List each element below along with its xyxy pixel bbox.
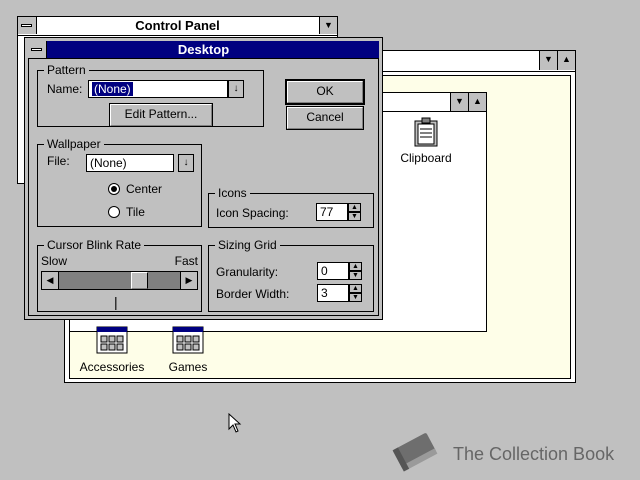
blink-rate-thumb[interactable] [131, 272, 149, 289]
desktop-dialog-title: Desktop [177, 42, 230, 57]
pattern-name-value: (None) [91, 81, 134, 97]
main-group-minimize-button[interactable]: ▼ [450, 93, 468, 111]
sizing-grid-group: Sizing Grid Granularity: 0 ▲ ▼ Border Wi… [208, 238, 374, 312]
center-radio-label[interactable]: Center [126, 182, 162, 196]
granularity-input[interactable]: 0 [317, 262, 349, 280]
group-label: Games [168, 360, 208, 374]
granularity-label: Granularity: [216, 265, 279, 279]
icon-spacing-label: Icon Spacing: [216, 206, 289, 220]
pattern-name-label: Name: [47, 82, 83, 96]
clipboard-label: Clipboard [400, 151, 452, 165]
sizing-grid-group-label: Sizing Grid [215, 238, 280, 252]
clipboard-icon [414, 117, 438, 147]
border-width-input[interactable]: 3 [317, 284, 349, 302]
desktop-system-menu-button[interactable] [28, 41, 47, 58]
program-group-icon [172, 326, 204, 354]
tile-radio-label[interactable]: Tile [126, 205, 145, 219]
control-panel-title: Control Panel [135, 18, 220, 33]
icon-spacing-up-button[interactable]: ▲ [348, 203, 361, 212]
granularity-down-button[interactable]: ▼ [349, 271, 362, 280]
center-radio[interactable] [108, 183, 120, 195]
tile-radio[interactable] [108, 206, 120, 218]
control-panel-titlebar[interactable]: Control Panel ▼ [18, 17, 337, 36]
scroll-left-button[interactable]: ◀ [42, 272, 59, 289]
border-width-up-button[interactable]: ▲ [349, 284, 362, 293]
border-width-down-button[interactable]: ▼ [349, 293, 362, 302]
blink-rate-scrollbar[interactable]: ◀ ▶ [41, 271, 198, 290]
pattern-name-combobox[interactable]: (None) [88, 80, 228, 98]
edit-pattern-button[interactable]: Edit Pattern... [110, 104, 212, 126]
desktop-dialog-titlebar[interactable]: Desktop [28, 41, 379, 59]
icon-spacing-down-button[interactable]: ▼ [348, 212, 361, 221]
cancel-button[interactable]: Cancel [287, 107, 363, 129]
fast-label: Fast [174, 254, 198, 268]
minimize-button[interactable]: ▼ [539, 51, 557, 70]
cursor-blink-group-label: Cursor Blink Rate [44, 238, 145, 252]
clipboard-program-icon[interactable]: Clipboard [396, 117, 456, 167]
icons-group: Icons Icon Spacing: 77 ▲ ▼ [208, 186, 374, 228]
pattern-group: Pattern Name: (None) ↓ Edit Pattern... [37, 63, 264, 127]
wallpaper-dropdown-button[interactable]: ↓ [178, 154, 194, 172]
program-group-icon [96, 326, 128, 354]
book-icon [392, 433, 438, 472]
wallpaper-file-value: (None) [90, 156, 127, 170]
slow-label: Slow [41, 254, 68, 268]
watermark: The Collection Book [388, 430, 628, 474]
granularity-up-button[interactable]: ▲ [349, 262, 362, 271]
watermark-text: The Collection Book [453, 444, 615, 464]
control-panel-system-menu-button[interactable] [18, 17, 37, 34]
mouse-pointer-icon [228, 413, 242, 433]
main-group-maximize-button[interactable]: ▲ [468, 93, 486, 111]
pattern-group-label: Pattern [44, 63, 89, 77]
wallpaper-file-label: File: [47, 154, 70, 168]
control-panel-minimize-button[interactable]: ▼ [319, 17, 337, 34]
wallpaper-group: Wallpaper File: (None) ↓ Center Tile [37, 137, 202, 227]
desktop-dialog: Desktop Pattern Name: (None) ↓ Edit Patt… [24, 37, 383, 320]
icon-spacing-input[interactable]: 77 [316, 203, 348, 221]
border-width-label: Border Width: [216, 287, 290, 301]
group-icon-games[interactable]: Games [158, 326, 218, 376]
cursor-blink-rate-group: Cursor Blink Rate Slow Fast ◀ ▶ | [37, 238, 202, 312]
wallpaper-group-label: Wallpaper [44, 137, 104, 151]
pattern-dropdown-button[interactable]: ↓ [228, 80, 244, 98]
scroll-right-button[interactable]: ▶ [180, 272, 197, 289]
maximize-button[interactable]: ▲ [557, 51, 575, 70]
cursor-blink-preview: | [114, 294, 118, 310]
group-label: Accessories [79, 360, 145, 374]
group-icon-accessories[interactable]: Accessories [72, 326, 152, 376]
ok-button[interactable]: OK [287, 81, 363, 103]
icons-group-label: Icons [215, 186, 250, 200]
wallpaper-file-combobox[interactable]: (None) [86, 154, 174, 172]
